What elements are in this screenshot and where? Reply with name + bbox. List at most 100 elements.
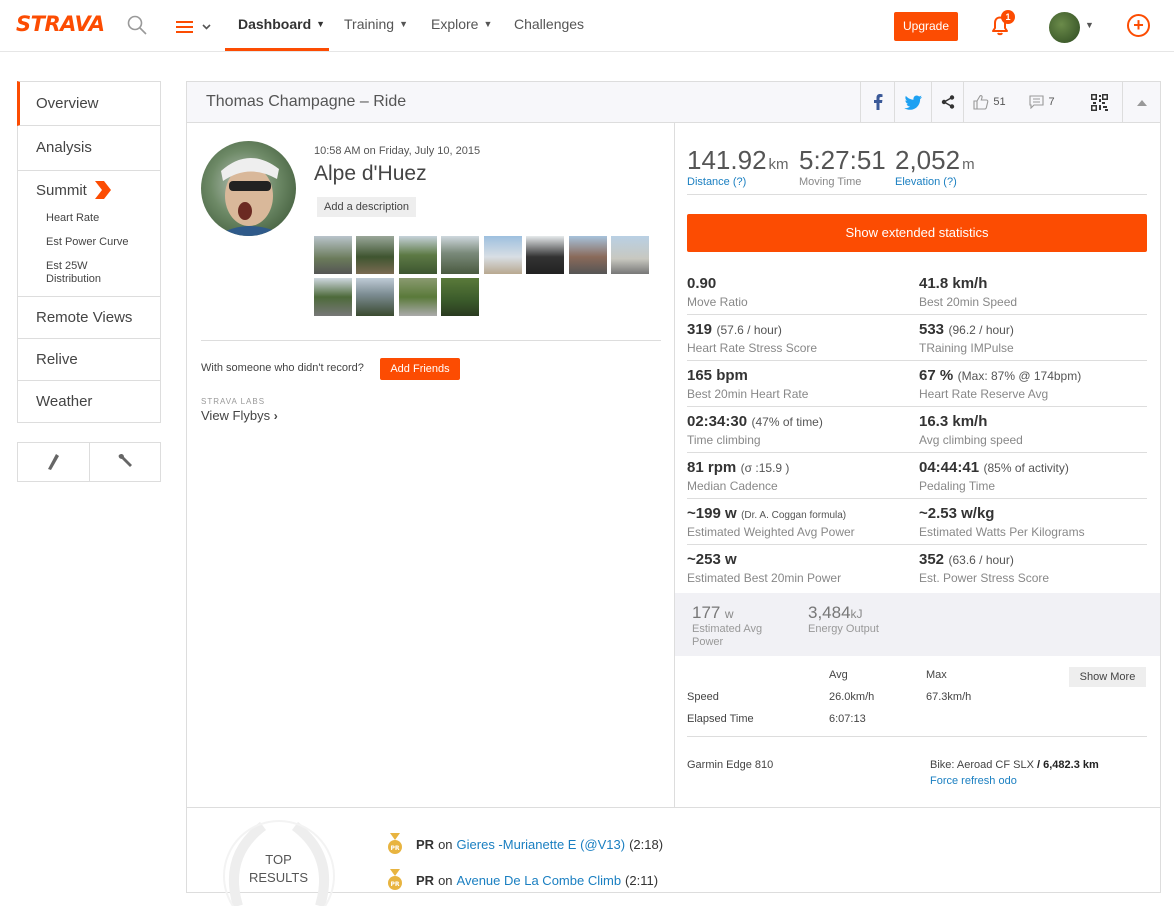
edit-button[interactable] [18, 443, 89, 481]
sidebar-item-summit[interactable]: Summit [36, 181, 160, 199]
upgrade-button[interactable]: Upgrade [894, 12, 958, 41]
nav-dashboard[interactable]: Dashboard ▼ [238, 16, 325, 32]
photo-thumbnail[interactable] [441, 236, 479, 274]
pr-result-row: PR PR on Gieres -Murianette E (@V13) (2:18) [387, 833, 663, 855]
activity-name: Alpe d'Huez [314, 162, 427, 185]
pencil-icon [48, 454, 60, 470]
stat-best-20min-speed: 41.8 km/h Best 20min Speed [919, 275, 1018, 309]
distance-label[interactable]: Distance (?) [687, 176, 789, 188]
sidebar-tools [17, 442, 161, 482]
photo-thumbnail[interactable] [314, 236, 352, 274]
photo-thumbnail[interactable] [441, 278, 479, 316]
sidebar-sub-power-curve[interactable]: Est Power Curve [46, 236, 160, 249]
nav-explore[interactable]: Explore ▼ [431, 16, 492, 32]
avg-column-header: Avg [829, 669, 848, 681]
activity-datetime: 10:58 AM on Friday, July 10, 2015 [314, 145, 481, 157]
elevation-label[interactable]: Elevation (?) [895, 176, 975, 188]
stat-best-20min-hr: 165 bpm Best 20min Heart Rate [687, 367, 809, 401]
bike-info: Bike: Aeroad CF SLX / 6,482.3 km [930, 759, 1099, 771]
athlete-photo [216, 157, 286, 236]
chevron-down-icon[interactable]: ▼ [1085, 20, 1094, 30]
speed-avg: 26.0km/h [829, 691, 875, 703]
photo-thumbnail[interactable] [526, 236, 564, 274]
divider [687, 194, 1147, 195]
pr-result-row: PR PR on Avenue De La Combe Climb (2:11) [387, 869, 658, 891]
chevron-down-icon: ▼ [399, 19, 408, 29]
view-flybys-link[interactable]: View Flybys › [201, 408, 278, 423]
sidebar-sub-25w-distribution[interactable]: Est 25W Distribution [46, 260, 126, 286]
comments-button[interactable]: 7 [1015, 82, 1069, 122]
stat-best-20min-power: ~253 w Estimated Best 20min Power [687, 551, 842, 585]
segment-link[interactable]: Avenue De La Combe Climb [457, 873, 622, 888]
photo-thumbnail[interactable] [399, 236, 437, 274]
wrench-icon [118, 453, 132, 467]
nav-training[interactable]: Training ▼ [344, 16, 408, 32]
sidebar-item-analysis[interactable]: Analysis [17, 126, 161, 171]
chevron-right-icon: › [273, 409, 278, 423]
notification-badge: 1 [1001, 10, 1015, 24]
comment-count: 7 [1048, 96, 1055, 108]
show-extended-stats-button[interactable]: Show extended statistics [687, 214, 1147, 252]
energy-output-stat: 3,484kJ Energy Output [808, 603, 879, 635]
photo-thumbnail[interactable] [399, 278, 437, 316]
add-description-button[interactable]: Add a description [317, 197, 416, 217]
distance-stat: 141.92 km Distance (?) [687, 145, 789, 188]
sidebar-item-weather[interactable]: Weather [17, 381, 161, 423]
force-refresh-odo-link[interactable]: Force refresh odo [930, 775, 1017, 787]
share-button[interactable] [931, 82, 963, 122]
moving-time-stat: 5:27:51 Moving Time [799, 145, 886, 188]
collapse-button[interactable] [1122, 82, 1160, 122]
stat-row: ~199 w (Dr. A. Coggan formula) Estimated … [687, 499, 1147, 545]
stat-row: ~253 w Estimated Best 20min Power 352 (63… [687, 545, 1147, 591]
stat-hr-reserve: 67 % (Max: 87% @ 174bpm) Heart Rate Reser… [919, 367, 1082, 401]
athlete-avatar[interactable] [201, 141, 296, 236]
stat-row: 319 (57.6 / hour) Heart Rate Stress Score… [687, 315, 1147, 361]
actions-button[interactable] [88, 443, 161, 481]
add-friends-button[interactable]: Add Friends [380, 358, 460, 380]
twitter-icon [904, 94, 922, 110]
photo-thumbnail[interactable] [569, 236, 607, 274]
divider [201, 340, 661, 341]
stat-avg-climbing-speed: 16.3 km/h Avg climbing speed [919, 413, 1023, 447]
photo-thumbnail[interactable] [356, 278, 394, 316]
photo-thumbnail[interactable] [484, 236, 522, 274]
elapsed-time-label: Elapsed Time [687, 713, 754, 725]
activity-details: 10:58 AM on Friday, July 10, 2015 Alpe d… [187, 123, 675, 807]
kudos-button[interactable]: 51 [963, 82, 1015, 122]
sidebar-item-relive[interactable]: Relive [17, 339, 161, 381]
activity-sidebar: Overview Analysis Summit Heart Rate Est … [17, 81, 161, 423]
nav-challenges[interactable]: Challenges [514, 16, 584, 32]
strava-labs-label: STRAVA LABS [201, 397, 266, 406]
summit-section: Summit Heart Rate Est Power Curve Est 25… [17, 171, 161, 297]
sidebar-item-remote-views[interactable]: Remote Views [17, 297, 161, 339]
thumbs-up-icon [973, 95, 989, 110]
speed-max: 67.3km/h [926, 691, 972, 703]
qr-code-button[interactable] [1084, 82, 1114, 122]
show-more-button[interactable]: Show More [1069, 667, 1146, 687]
active-nav-indicator [225, 48, 329, 51]
top-results-title: TOP RESULTS [249, 852, 308, 885]
photo-thumbnail[interactable] [356, 236, 394, 274]
twitter-share-button[interactable] [894, 82, 931, 122]
search-icon[interactable] [126, 14, 148, 36]
strava-logo[interactable]: STRAVA [16, 12, 105, 36]
stat-pedaling-time: 04:44:41 (85% of activity) Pedaling Time [919, 459, 1069, 493]
photo-thumbnail[interactable] [611, 236, 649, 274]
facebook-share-button[interactable] [860, 82, 894, 122]
user-avatar[interactable] [1049, 12, 1080, 43]
avg-power-stat: 177 w Estimated Avg Power [692, 603, 763, 648]
hamburger-menu-icon[interactable] [176, 18, 216, 36]
stat-row: 0.90 Move Ratio 41.8 km/h Best 20min Speed [687, 269, 1147, 315]
plus-circle-icon[interactable]: + [1127, 14, 1150, 37]
activity-panel: Thomas Champagne – Ride 51 7 10:58 AM on… [186, 81, 1161, 906]
sidebar-item-overview[interactable]: Overview [17, 81, 161, 126]
activity-header: Thomas Champagne – Ride 51 7 [187, 82, 1160, 123]
caret-up-icon [1136, 99, 1147, 106]
comment-icon [1029, 95, 1044, 109]
segment-link[interactable]: Gieres -Murianette E (@V13) [457, 837, 626, 852]
svg-text:PR: PR [390, 845, 399, 852]
stat-hr-stress-score: 319 (57.6 / hour) Heart Rate Stress Score [687, 321, 818, 355]
photo-thumbnail[interactable] [314, 278, 352, 316]
elevation-stat: 2,052 m Elevation (?) [895, 145, 975, 188]
sidebar-sub-heart-rate[interactable]: Heart Rate [46, 212, 160, 225]
